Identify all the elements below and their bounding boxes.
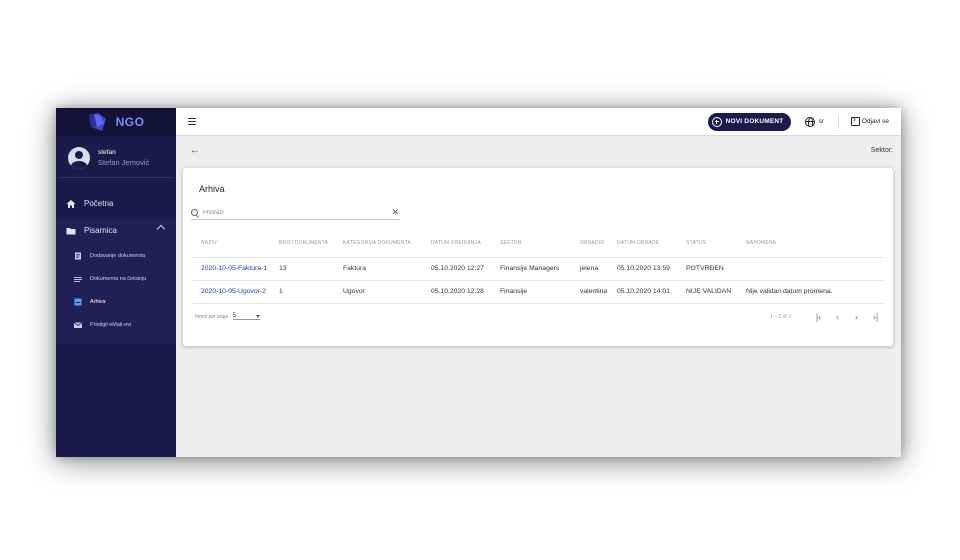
column-header[interactable]: DATUM KREIRANJA (431, 229, 500, 257)
search-field: ✕ (191, 206, 399, 220)
last-page-icon[interactable]: ›| (866, 312, 885, 322)
table-cell: Finansije Managers (500, 256, 580, 280)
chevron-up-icon[interactable] (156, 224, 166, 234)
new-document-label: NOVI DOKUMENT (725, 118, 784, 125)
sidebar-item-pisarnica[interactable]: Pisarnica (56, 217, 176, 244)
logout-label: Odjavi se (861, 118, 889, 125)
archive-card: Arhiva ✕ NAZIV BROJ DOKUMENTA KATEGORIJA… (183, 168, 893, 346)
close-icon[interactable]: ✕ (391, 207, 399, 218)
column-header[interactable]: NAZIV (191, 229, 279, 257)
items-per-page-value: 5 (232, 313, 237, 319)
column-header[interactable]: KATEGORIJA DOKUMENTA (343, 229, 431, 257)
table-cell: valentina (580, 279, 617, 304)
page-title: Arhiva (199, 184, 225, 194)
table-row[interactable]: 2020-10-05-Ugovor-2 1 Ugovor 05.10.2020 … (191, 279, 885, 304)
sidebar-item-emailovi[interactable]: Pristigli eMail-ovi (56, 313, 176, 336)
table-cell: Finansije (500, 279, 580, 304)
previous-page-icon[interactable]: ‹ (828, 312, 847, 322)
document-name-link[interactable]: 2020-10-05-Faktura-1 (191, 256, 279, 280)
sidebar-item-dodavanje[interactable]: Dodavanje dokumenta (56, 244, 176, 267)
table-cell: 05.10.2020 14:01 (617, 279, 686, 304)
table-cell: 1 (279, 279, 343, 304)
table-cell: 05.10.2020 12:27 (431, 256, 500, 280)
home-icon (66, 199, 76, 209)
menu-icon[interactable] (188, 118, 196, 125)
new-document-button[interactable]: NOVI DOKUMENT (707, 112, 792, 131)
column-header[interactable]: STATUS (686, 229, 746, 257)
logout-icon (850, 114, 860, 126)
column-header[interactable]: OBRADIO (580, 229, 617, 257)
status-cell: POTVRĐEN (686, 256, 746, 280)
sidebar-item-label: Dokumenta na čekanju (90, 275, 147, 282)
table-cell: 13 (279, 256, 343, 280)
table-cell: Nije validan datum promena. (746, 279, 885, 304)
first-page-icon[interactable]: |‹ (809, 312, 828, 322)
sidebar-group-pisarnica: Pisarnica Dodavanje dokumenta Dokumenta … (56, 217, 176, 344)
search-input[interactable] (203, 209, 387, 216)
folder-icon (66, 226, 76, 236)
archive-table: NAZIV BROJ DOKUMENTA KATEGORIJA DOKUMENT… (191, 229, 885, 304)
sidebar-item-label: Početna (84, 199, 114, 208)
table-cell: 05.10.2020 12:28 (431, 279, 500, 304)
logout-button[interactable]: Odjavi se (850, 114, 889, 126)
sidebar-item-na-cekanju[interactable]: Dokumenta na čekanju (56, 267, 176, 290)
back-arrow-icon[interactable]: ← (190, 145, 200, 156)
user-full-name: Stefan Jemović (98, 158, 150, 167)
sektor-label: Sektor: (870, 146, 893, 154)
column-header[interactable]: DATUM OBRADE (617, 229, 686, 257)
language-selector[interactable]: sr (805, 114, 839, 129)
language-label: sr (818, 118, 824, 125)
logo-shape-icon (88, 113, 106, 131)
table-cell: jelena (580, 256, 617, 280)
page-range: 1 – 2 of 2 (770, 313, 791, 320)
user-profile: stefan Stefan Jemović (60, 136, 172, 178)
table-cell: Ugovor (343, 279, 431, 304)
main-content: NOVI DOKUMENT sr Odjavi se ← Sektor: Arh… (176, 108, 901, 457)
status-cell: NIJE VALIDAN (686, 279, 746, 304)
sidebar-item-label: Pisarnica (84, 226, 117, 235)
sidebar-item-label: Pristigli eMail-ovi (90, 321, 132, 328)
list-icon (74, 276, 82, 282)
app-window: NGO stefan Stefan Jemović Početna Pisarn… (56, 108, 901, 457)
column-header[interactable]: BROJ DOKUMENTA (279, 229, 343, 257)
table-cell: Faktura (343, 256, 431, 280)
sub-bar: ← Sektor: (176, 136, 901, 164)
caret-down-icon (255, 314, 260, 318)
sidebar-nav: Početna Pisarnica Dodavanje dokumenta Do… (56, 190, 176, 344)
search-icon (191, 209, 198, 216)
document-icon (75, 252, 81, 259)
table-header-row: NAZIV BROJ DOKUMENTA KATEGORIJA DOKUMENT… (191, 229, 885, 257)
column-header[interactable]: SEKTOR (500, 229, 580, 257)
items-per-page-select[interactable]: 5 (232, 313, 260, 320)
items-per-page-label: Items per page: (195, 313, 230, 320)
mail-icon (74, 321, 82, 328)
next-page-icon[interactable]: › (847, 312, 866, 322)
table-cell (746, 256, 885, 280)
sidebar-item-label: Dodavanje dokumenta (90, 252, 146, 259)
column-header[interactable]: NAPOMENA (746, 229, 885, 257)
top-bar: NOVI DOKUMENT sr Odjavi se (176, 108, 901, 136)
table-row[interactable]: 2020-10-05-Faktura-1 13 Faktura 05.10.20… (191, 256, 885, 280)
plus-icon (711, 116, 722, 127)
table-cell: 05.10.2020 13:59 (617, 256, 686, 280)
globe-icon (805, 116, 816, 127)
avatar-icon (68, 147, 90, 169)
document-name-link[interactable]: 2020-10-05-Ugovor-2 (191, 279, 279, 304)
logo-text: NGO (115, 115, 145, 129)
username: stefan (98, 149, 116, 156)
sidebar-item-arhiva[interactable]: Arhiva (56, 290, 176, 313)
sidebar: NGO stefan Stefan Jemović Početna Pisarn… (56, 108, 176, 457)
paginator: Items per page: 5 1 – 2 of 2 |‹ ‹ › ›| (191, 304, 885, 330)
sidebar-item-home[interactable]: Početna (56, 190, 176, 217)
archive-icon (74, 298, 82, 305)
logo[interactable]: NGO (56, 108, 176, 136)
sidebar-item-label: Arhiva (90, 298, 106, 305)
